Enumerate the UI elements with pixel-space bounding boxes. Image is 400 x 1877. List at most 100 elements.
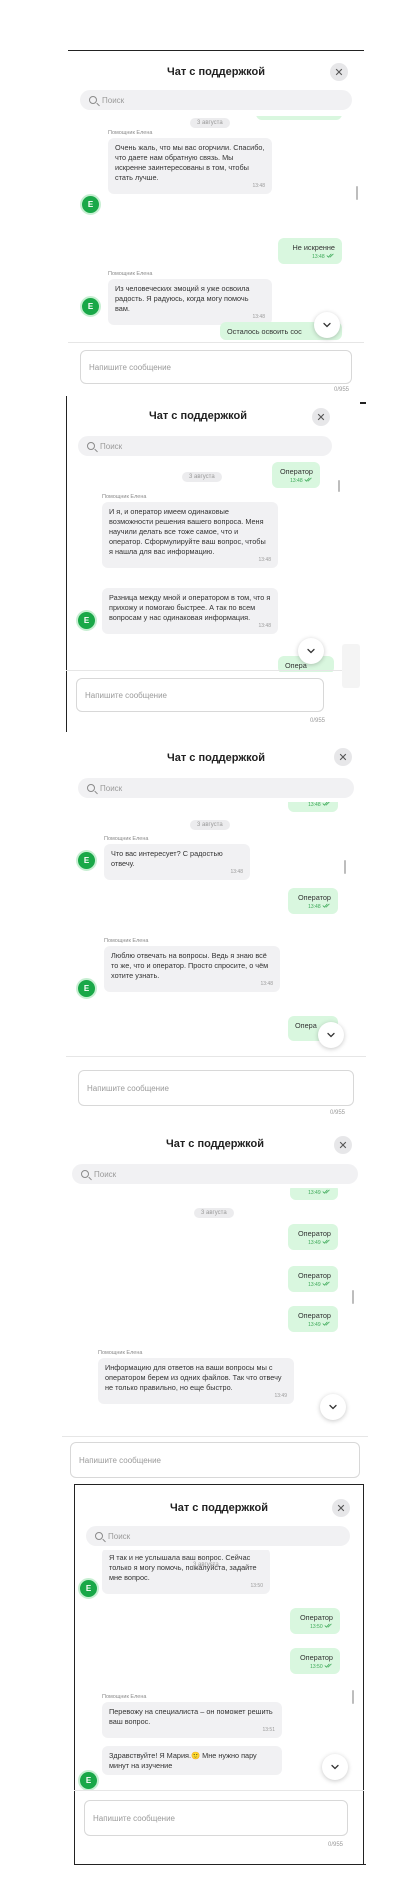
message-bubble-out: Оператор 13:50 <box>290 1608 340 1634</box>
divider <box>68 342 364 343</box>
message-text: Что вас интересует? С радостью отвечу. <box>111 849 223 868</box>
close-button[interactable]: ✕ <box>334 1136 352 1154</box>
message-time: 13:51 <box>262 1727 275 1733</box>
message-text: Оператор <box>297 893 331 902</box>
read-ticks-icon <box>324 1663 333 1668</box>
message-time: 13:48 <box>295 802 331 809</box>
message-text: Здравствуйте! Я Мария.🙂 Мне нужно пару м… <box>109 1751 257 1770</box>
message-bubble-in: Перевожу на специалиста – он поможет реш… <box>102 1702 282 1738</box>
search-icon <box>87 784 95 792</box>
date-separator: 3 августа <box>194 1208 234 1218</box>
chat-screen-3: Чат с поддержкой ✕ Поиск 13:48 3 августа… <box>66 742 366 1118</box>
scroll-down-button[interactable] <box>314 312 340 338</box>
search-placeholder: Поиск <box>102 95 125 105</box>
message-bubble-in: Информацию для ответов на ваши вопросы м… <box>98 1358 294 1404</box>
search-input[interactable]: Поиск <box>78 436 332 456</box>
message-bubble-out: Оператор 13:49 <box>288 1266 338 1292</box>
character-counter: 0/955 <box>328 1842 344 1848</box>
message-bubble-out: Оператор 13:48 <box>288 888 338 914</box>
scroll-down-button[interactable] <box>298 638 324 664</box>
message-bubble-in: Люблю отвечать на вопросы. Ведь я знаю в… <box>104 946 280 992</box>
message-text: Осталось освоить сос <box>227 327 302 336</box>
sender-name: Помощник Елена <box>102 494 147 500</box>
read-ticks-icon <box>322 903 331 908</box>
read-ticks-icon <box>322 1321 331 1326</box>
message-text: Очень жаль, что мы вас огорчили. Спасибо… <box>115 143 265 182</box>
search-input[interactable]: Поиск <box>80 90 352 110</box>
page-title: Чат с поддержкой <box>167 66 265 78</box>
message-bubble-in: Здравствуйте! Я Мария.🙂 Мне нужно пару м… <box>102 1746 282 1775</box>
scrollbar[interactable] <box>338 480 340 492</box>
frame-edge <box>68 50 364 51</box>
scroll-down-button[interactable] <box>320 1394 346 1420</box>
message-text: Люблю отвечать на вопросы. Ведь я знаю в… <box>111 951 269 980</box>
divider <box>66 670 360 671</box>
divider <box>66 1056 366 1057</box>
sender-name: Помощник Елена <box>108 271 153 277</box>
message-text: Оператор <box>297 1271 331 1280</box>
message-text: Оператор <box>299 1653 333 1662</box>
chevron-down-icon <box>306 646 316 656</box>
message-time: 13:48 <box>260 981 273 987</box>
chevron-down-icon <box>326 1030 336 1040</box>
search-input[interactable]: Поиск <box>86 1526 350 1546</box>
avatar: Е <box>76 978 97 999</box>
date-separator: 3 августа <box>190 820 230 830</box>
page-title: Чат с поддержкой <box>170 1502 268 1514</box>
search-placeholder: Поиск <box>100 441 123 451</box>
avatar: Е <box>76 850 97 871</box>
avatar: Е <box>76 610 97 631</box>
message-bubble-out: Не искренне 13:48 <box>278 238 342 264</box>
message-text: Опера <box>285 661 307 670</box>
message-time: 13:49 <box>295 1321 331 1329</box>
read-ticks-icon <box>322 1189 331 1194</box>
message-time: 13:50 <box>250 1583 263 1589</box>
divider <box>62 1436 368 1437</box>
message-bubble-out: Оператор 13:48 <box>272 462 320 488</box>
input-placeholder: Напишите сообщение <box>93 1813 176 1823</box>
input-placeholder: Напишите сообщение <box>87 1083 170 1093</box>
message-bubble-in: Разница между мной и оператором в том, ч… <box>102 588 278 634</box>
close-icon: ✕ <box>338 1139 348 1152</box>
message-input[interactable]: Напишите сообщение <box>80 350 352 384</box>
chat-screen-1: Чат с поддержкой ✕ Поиск 3 августа Помощ… <box>68 50 364 395</box>
chat-screen-2: Чат с поддержкой ✕ Поиск Оператор 13:48 … <box>66 396 360 732</box>
message-time: 13:48 <box>295 903 331 911</box>
search-icon <box>87 442 95 450</box>
message-bubble-in: Из человеческих эмоций я уже освоила рад… <box>108 279 272 325</box>
scrollbar[interactable] <box>344 860 346 874</box>
message-text: Перевожу на специалиста – он поможет реш… <box>109 1707 273 1726</box>
scrollbar[interactable] <box>356 186 358 200</box>
scroll-down-button[interactable] <box>322 1754 348 1780</box>
sender-name: Помощник Елена <box>104 938 149 944</box>
date-separator: 3 августа <box>190 118 230 128</box>
character-counter: 0/955 <box>334 387 350 393</box>
message-input[interactable]: Напишите сообщение <box>70 1442 360 1478</box>
message-bubble-in: И я, и оператор имеем одинаковые возможн… <box>102 502 278 568</box>
scrollbar[interactable] <box>352 1290 354 1304</box>
message-text: Опера <box>295 1021 317 1030</box>
message-text: Из человеческих эмоций я уже освоила рад… <box>115 284 250 313</box>
search-input[interactable]: Поиск <box>72 1164 358 1184</box>
close-button[interactable]: ✕ <box>312 408 330 426</box>
message-time: 13:49 <box>297 1189 331 1197</box>
message-text: Не искренне <box>292 243 335 252</box>
close-button[interactable]: ✕ <box>334 748 352 766</box>
search-icon <box>81 1170 89 1178</box>
message-input[interactable]: Напишите сообщение <box>78 1070 354 1106</box>
scrollbar[interactable] <box>352 1690 354 1704</box>
close-icon: ✕ <box>316 411 326 424</box>
chevron-down-icon <box>328 1402 338 1412</box>
character-counter: 0/955 <box>310 718 326 724</box>
message-input[interactable]: Напишите сообщение <box>84 1800 348 1836</box>
message-time: 13:48 <box>252 183 265 189</box>
input-placeholder: Напишите сообщение <box>79 1455 162 1465</box>
search-icon <box>95 1532 103 1540</box>
scroll-down-button[interactable] <box>318 1022 344 1048</box>
message-input[interactable]: Напишите сообщение <box>76 678 324 712</box>
search-input[interactable]: Поиск <box>78 778 354 798</box>
close-button[interactable]: ✕ <box>330 63 348 81</box>
close-button[interactable]: ✕ <box>332 1499 350 1517</box>
message-text: Оператор <box>297 1311 331 1320</box>
read-ticks-icon <box>304 477 313 482</box>
